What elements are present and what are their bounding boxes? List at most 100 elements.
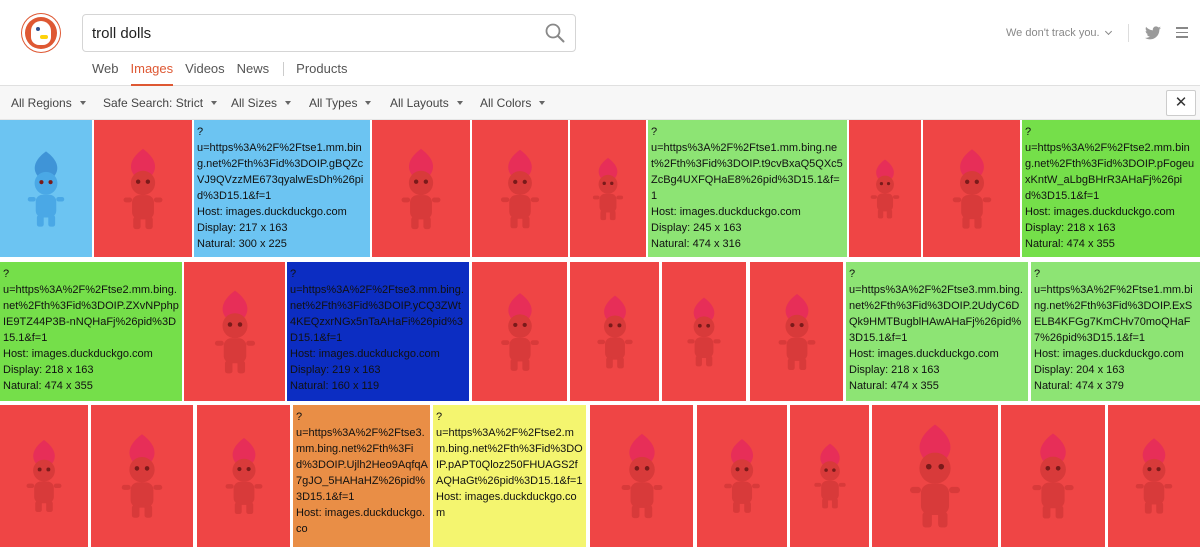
filter-label: All Colors (480, 96, 532, 110)
info-display: Display: 217 x 163 (197, 222, 288, 234)
info-host: Host: images.duckduckgo.co (296, 507, 426, 535)
close-filters-button[interactable]: ✕ (1166, 90, 1196, 116)
info-u: u=https%3A%2F%2Ftse2.mm.bing.net%2Fth%3F… (1025, 142, 1195, 202)
image-result[interactable] (1108, 405, 1200, 547)
image-result[interactable]: ? u=https%3A%2F%2Ftse1.mm.bing.net%2Fth%3… (648, 120, 847, 257)
troll-doll-thumbnail (813, 443, 846, 509)
troll-doll-thumbnail (870, 159, 900, 218)
troll-doll-thumbnail (123, 148, 163, 229)
image-result[interactable] (872, 405, 998, 547)
duckduckgo-logo[interactable] (22, 14, 60, 52)
search-tabs: Web Images Videos News Products (92, 62, 359, 86)
filter-size-dropdown[interactable]: All Sizes (231, 96, 292, 110)
image-result[interactable]: ? u=https%3A%2F%2Ftse2.mm.bing.net%2Fth%3… (1022, 120, 1200, 257)
tab-news[interactable]: News (237, 62, 270, 86)
image-result[interactable] (472, 120, 568, 257)
info-display: Display: 245 x 163 (651, 222, 742, 234)
info-host: Host: images.duckduckgo.com (197, 206, 347, 218)
image-result[interactable]: ? u=https%3A%2F%2Ftse3.mm.bing.net%2Fth%3… (293, 405, 430, 547)
tab-images[interactable]: Images (130, 62, 174, 86)
search-icon[interactable] (545, 23, 565, 43)
image-result[interactable] (750, 262, 843, 401)
troll-doll-thumbnail (1032, 433, 1074, 519)
image-result[interactable]: ? u=https%3A%2F%2Ftse1.mm.bing.net%2Fth%3… (194, 120, 370, 257)
privacy-dropdown[interactable]: We don't track you. (1006, 27, 1112, 39)
tab-web[interactable]: Web (92, 62, 119, 86)
filter-label: All Sizes (231, 96, 278, 110)
troll-doll-thumbnail (592, 157, 624, 220)
twitter-icon[interactable] (1145, 26, 1161, 40)
duck-beak (40, 35, 48, 39)
image-result[interactable] (697, 405, 787, 547)
info-display: Display: 218 x 163 (3, 364, 94, 376)
info-host: Host: images.duckduckgo.com (651, 206, 801, 218)
tab-products[interactable]: Products (296, 62, 347, 86)
info-natural: Natural: 474 x 316 (651, 238, 741, 250)
filter-color-dropdown[interactable]: All Colors (480, 96, 546, 110)
tab-separator (283, 62, 285, 76)
tab-videos[interactable]: Videos (185, 62, 225, 86)
info-q: ? (3, 268, 10, 280)
image-result[interactable]: ? u=https%3A%2F%2Ftse2.mm.bing.net%2Fth%3… (0, 262, 182, 401)
image-result[interactable] (0, 405, 88, 547)
image-result[interactable] (790, 405, 869, 547)
info-host: Host: images.duckduckgo.com (1034, 348, 1184, 360)
image-debug-info: ? u=https%3A%2F%2Ftse2.mm.bing.net%2Fth%3… (3, 266, 180, 394)
caret-down-icon (285, 101, 292, 105)
search-input[interactable] (92, 15, 522, 51)
hamburger-menu-icon[interactable] (1176, 27, 1188, 38)
image-result[interactable]: ? u=https%3A%2F%2Ftse2.mm.bing.net%2Fth%3… (433, 405, 586, 547)
info-q: ? (1034, 268, 1041, 280)
info-host: Host: images.duckduckgo.com (3, 348, 153, 360)
image-result[interactable] (0, 120, 92, 257)
info-q: ? (197, 126, 204, 138)
image-debug-info: ? u=https%3A%2F%2Ftse3.mm.bing.net%2Fth%3… (290, 266, 467, 394)
info-q: ? (290, 268, 297, 280)
image-result[interactable] (662, 262, 746, 401)
caret-down-icon (456, 101, 463, 105)
info-natural: Natural: 474 x 355 (1025, 238, 1115, 250)
image-result[interactable] (472, 262, 567, 401)
filter-layout-dropdown[interactable]: All Layouts (390, 96, 463, 110)
filter-region-dropdown[interactable]: All Regions (11, 96, 86, 110)
image-result[interactable] (184, 262, 285, 401)
image-result[interactable]: ? u=https%3A%2F%2Ftse1.mm.bing.net%2Fth%3… (1031, 262, 1200, 401)
image-result[interactable] (372, 120, 470, 257)
image-result[interactable] (570, 262, 659, 401)
image-result[interactable] (590, 405, 693, 547)
troll-doll-thumbnail (778, 293, 815, 370)
image-result[interactable] (849, 120, 921, 257)
info-u: u=https%3A%2F%2Ftse2.mm.bing.net%2Fth%3F… (3, 284, 179, 344)
info-u: u=https%3A%2F%2Ftse3.mm.bing.net%2Fth%3F… (290, 284, 464, 344)
image-grid: ? u=https%3A%2F%2Ftse1.mm.bing.net%2Fth%3… (0, 120, 1200, 547)
image-result[interactable] (94, 120, 192, 257)
image-result[interactable] (1001, 405, 1105, 547)
image-result[interactable] (91, 405, 193, 547)
troll-doll-thumbnail (724, 439, 760, 513)
image-result[interactable]: ? u=https%3A%2F%2Ftse3.mm.bing.net%2Fth%3… (287, 262, 469, 401)
info-u: u=https%3A%2F%2Ftse1.mm.bing.net%2Fth%3F… (651, 142, 843, 202)
troll-doll-thumbnail (500, 149, 540, 228)
divider (1128, 24, 1129, 42)
filter-label: All Layouts (390, 96, 449, 110)
info-natural: Natural: 474 x 355 (3, 380, 93, 392)
privacy-text: We don't track you. (1006, 27, 1100, 39)
image-debug-info: ? u=https%3A%2F%2Ftse3.mm.bing.net%2Fth%3… (849, 266, 1026, 394)
info-natural: Natural: 474 x 355 (849, 380, 939, 392)
troll-doll-thumbnail (214, 290, 255, 373)
info-q: ? (651, 126, 658, 138)
info-u: u=https%3A%2F%2Ftse1.mm.bing.net%2Fth%3F… (197, 142, 364, 202)
filter-label: All Regions (11, 96, 72, 110)
image-result[interactable] (197, 405, 290, 547)
image-result[interactable]: ? u=https%3A%2F%2Ftse3.mm.bing.net%2Fth%3… (846, 262, 1028, 401)
image-result[interactable] (570, 120, 646, 257)
info-display: Display: 218 x 163 (1025, 222, 1116, 234)
troll-doll-thumbnail (596, 295, 633, 368)
image-result[interactable] (923, 120, 1020, 257)
filter-safe-search-dropdown[interactable]: Safe Search: Strict (103, 96, 218, 110)
filter-type-dropdown[interactable]: All Types (309, 96, 372, 110)
info-q: ? (1025, 126, 1032, 138)
search-box (82, 14, 576, 52)
troll-doll-thumbnail (500, 292, 539, 371)
filter-bar: ✕ All Regions Safe Search: Strict All Size… (0, 86, 1200, 120)
